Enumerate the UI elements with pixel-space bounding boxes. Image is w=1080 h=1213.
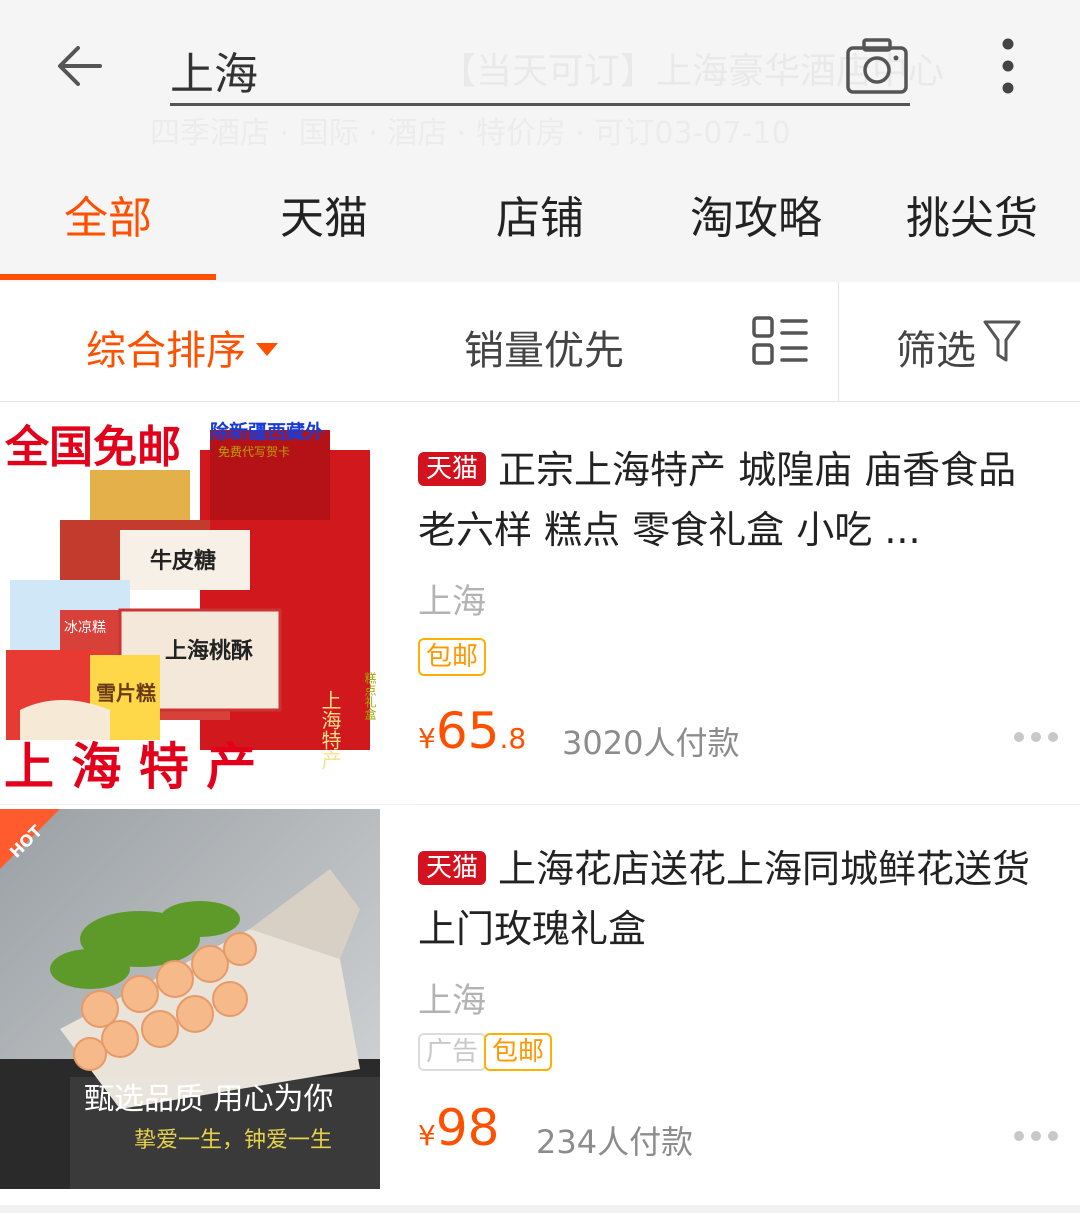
image-box-text-3: 雪片糕	[96, 681, 156, 705]
tab-tmall[interactable]: 天猫	[216, 182, 432, 244]
search-header: 【当天可订】上海豪华酒店中心 上海 四季酒店 · 国际 · 酒店 · 特价房 ·…	[0, 0, 1080, 151]
product-title[interactable]: 天猫 正宗上海特产 城隍庙 庙香食品 老六样 糕点 零食礼盒 小吃 ...	[418, 440, 1058, 560]
filter-funnel-icon[interactable]	[982, 318, 1022, 364]
product-location: 上海	[418, 582, 486, 622]
image-subslogan: 挚爱一生，钟爱一生	[134, 1128, 332, 1153]
sort-sales-button[interactable]: 销量优先	[464, 318, 624, 376]
sort-comprehensive-label: 综合排序	[86, 328, 246, 374]
tmall-badge: 天猫	[418, 851, 487, 885]
image-slogan: 甄选品质 用心为你	[84, 1082, 334, 1117]
product-card[interactable]: 全国免邮 除新疆西藏外 免费代写贺卡 牛皮糖 上海桃酥 冰凉糕 雪片糕 上海特产…	[0, 402, 1080, 804]
free-shipping-tag: 包邮	[418, 638, 487, 676]
product-price: ¥98	[418, 1099, 499, 1157]
tmall-badge: 天猫	[418, 452, 487, 486]
product-title[interactable]: 天猫 上海花店送花上海同城鲜花送货上门玫瑰礼盒	[418, 839, 1058, 959]
product-location: 上海	[418, 981, 486, 1021]
product-card[interactable]: HOT 甄选品质 用心为你 挚爱一生，钟爱一生 天猫 上海花店送花上海同城鲜花送货…	[0, 805, 1080, 1205]
more-dots-icon[interactable]	[1012, 1129, 1060, 1143]
search-input[interactable]: 【当天可订】上海豪华酒店中心 上海	[170, 28, 944, 106]
more-dots-icon[interactable]	[1012, 730, 1060, 744]
sort-divider	[838, 282, 839, 402]
image-box-text-1: 牛皮糖	[150, 548, 216, 574]
back-arrow-icon[interactable]	[52, 36, 112, 96]
caret-down-icon	[256, 343, 278, 356]
tab-shops[interactable]: 店铺	[432, 182, 648, 244]
product-image[interactable]: HOT 甄选品质 用心为你 挚爱一生，钟爱一生	[0, 809, 380, 1189]
image-box-text-2: 上海桃酥	[165, 638, 253, 664]
price-integer: 65	[435, 702, 500, 760]
list-grid-toggle-icon[interactable]	[752, 316, 808, 366]
price-currency: ¥	[418, 722, 436, 755]
sales-count: 3020人付款	[562, 724, 740, 762]
image-bag-text: 上海特产	[318, 690, 342, 770]
price-decimal: .8	[499, 722, 527, 755]
product-title-text: 上海花店送花上海同城鲜花送货上门玫瑰礼盒	[418, 847, 1031, 951]
tab-premium-picks[interactable]: 挑尖货	[864, 182, 1080, 244]
image-corner-subtext: 免费代写贺卡	[218, 444, 290, 459]
product-title-text: 正宗上海特产 城隍庙 庙香食品 老六样 糕点 零食礼盒 小吃 ...	[418, 448, 1017, 552]
image-bag-side-text: 糕点礼盒	[363, 672, 377, 720]
sort-comprehensive-button[interactable]: 综合排序	[86, 318, 278, 376]
camera-icon[interactable]	[846, 38, 908, 94]
sales-count: 234人付款	[536, 1123, 694, 1161]
more-options-icon[interactable]	[995, 38, 1021, 94]
filter-button[interactable]: 筛选	[896, 318, 976, 376]
product-price: ¥65.8	[418, 702, 526, 760]
image-corner-text: 除新疆西藏外	[210, 420, 324, 443]
active-tab-indicator	[0, 274, 216, 280]
category-tabs: 全部 天猫 店铺 淘攻略 挑尖货	[0, 150, 1080, 282]
image-bottom-text: 上 海 特 产	[4, 737, 256, 790]
tab-guides[interactable]: 淘攻略	[648, 182, 864, 244]
product-image[interactable]: 全国免邮 除新疆西藏外 免费代写贺卡 牛皮糖 上海桃酥 冰凉糕 雪片糕 上海特产…	[0, 410, 380, 790]
price-currency: ¥	[418, 1119, 436, 1152]
search-overlay-ghost-text-2: 四季酒店 · 国际 · 酒店 · 特价房 · 可订03-07-10	[150, 116, 791, 151]
price-integer: 98	[435, 1099, 500, 1157]
image-banner-text: 全国免邮	[4, 422, 181, 473]
ad-tag: 广告	[418, 1033, 487, 1071]
tab-all[interactable]: 全部	[0, 182, 216, 244]
free-shipping-tag: 包邮	[484, 1033, 553, 1071]
search-query-text: 上海	[170, 49, 258, 100]
image-box-text-4: 冰凉糕	[64, 620, 106, 636]
sort-bar: 综合排序 销量优先 筛选	[0, 282, 1080, 402]
